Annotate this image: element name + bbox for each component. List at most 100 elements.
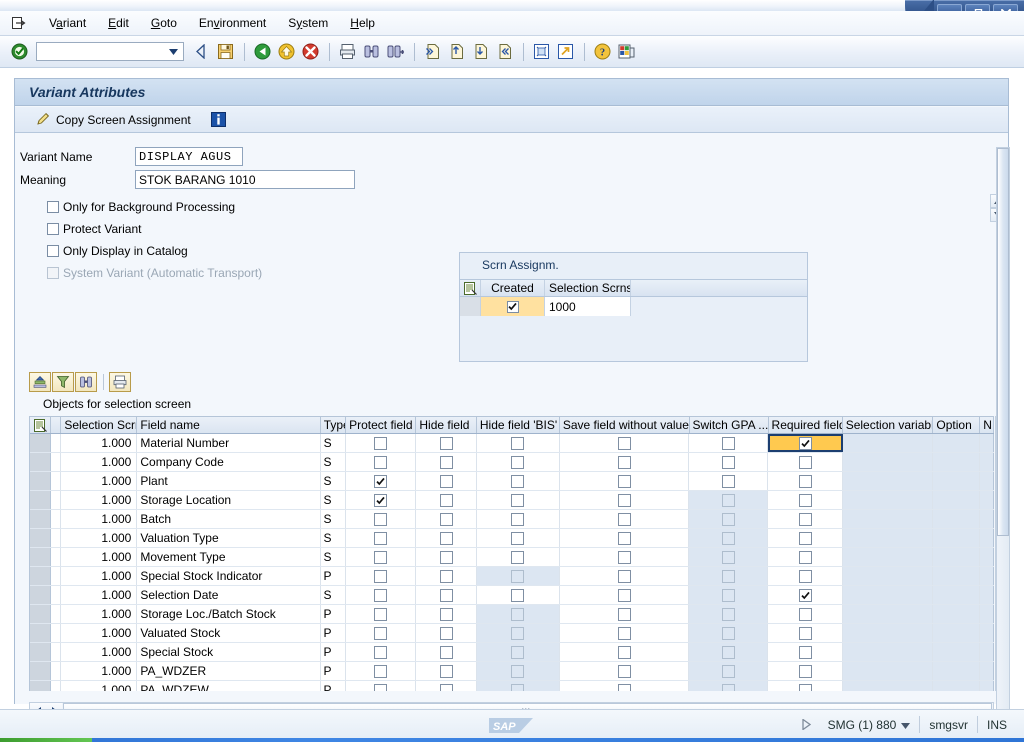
cell-n[interactable]	[980, 681, 994, 691]
table-row[interactable]: 1000	[460, 297, 807, 316]
cancel-yellow-icon[interactable]	[275, 41, 297, 63]
grid-header-type[interactable]: Type	[321, 417, 347, 433]
row-selector[interactable]	[30, 681, 52, 691]
cell-field-name[interactable]: Valuation Type	[137, 529, 321, 547]
table-row[interactable]: 1.000 PA_WDZER P	[30, 662, 994, 681]
hide-field-checkbox[interactable]	[439, 531, 453, 545]
table-row[interactable]: 1.000 Company Code S	[30, 453, 994, 472]
cell-type[interactable]: S	[320, 472, 347, 490]
meaning-input[interactable]	[135, 170, 355, 189]
cell-selection-scrns[interactable]: 1.000	[61, 510, 138, 528]
required-field-checkbox[interactable]	[798, 455, 812, 469]
table-row[interactable]: 1.000 Valuated Stock P	[30, 624, 994, 643]
save-field-without-values-checkbox[interactable]	[617, 512, 631, 526]
cell-required-field[interactable]	[768, 605, 843, 623]
cell-protect-field[interactable]	[346, 510, 417, 528]
first-page-icon[interactable]	[421, 41, 443, 63]
hide-field-bis-checkbox[interactable]	[511, 550, 525, 564]
save-field-without-values-checkbox[interactable]	[617, 436, 631, 450]
hide-field-checkbox[interactable]	[439, 588, 453, 602]
cell-protect-field[interactable]	[346, 624, 417, 642]
cell-field-name[interactable]: Storage Loc./Batch Stock	[137, 605, 321, 623]
cell-type[interactable]: S	[320, 434, 347, 452]
cell-field-name[interactable]: Storage Location	[137, 491, 321, 509]
cell-option[interactable]	[933, 624, 981, 642]
menu-system[interactable]: System	[277, 14, 339, 32]
status-insert-mode[interactable]: INS	[976, 716, 1016, 733]
row-selector[interactable]	[30, 548, 52, 566]
cell-hide-field-bis[interactable]	[476, 434, 560, 452]
save-field-without-values-checkbox[interactable]	[617, 569, 631, 583]
row-selector[interactable]	[30, 472, 52, 490]
cell-field-name[interactable]: Movement Type	[137, 548, 321, 566]
cell-type[interactable]: S	[320, 491, 347, 509]
cell-selection-scrns[interactable]: 1.000	[61, 453, 138, 471]
cell-save-field-without-values[interactable]	[559, 567, 690, 585]
grid-header-protect-field[interactable]: Protect field	[346, 417, 417, 433]
required-field-checkbox[interactable]	[798, 588, 812, 602]
save-field-without-values-checkbox[interactable]	[617, 455, 631, 469]
protect-variant-checkbox[interactable]	[47, 223, 59, 235]
cell-n[interactable]	[980, 453, 994, 471]
cell-hide-field-bis[interactable]	[476, 491, 560, 509]
scrn-created-cell[interactable]	[481, 297, 545, 316]
cell-save-field-without-values[interactable]	[559, 434, 690, 452]
command-dropdown-icon[interactable]	[165, 43, 181, 60]
cell-required-field[interactable]	[768, 510, 843, 528]
cell-option[interactable]	[933, 510, 981, 528]
cell-selection-scrns[interactable]: 1.000	[61, 434, 138, 452]
cell-selection-scrns[interactable]: 1.000	[61, 662, 138, 680]
table-row[interactable]: 1.000 PA_WDZEW P	[30, 681, 994, 691]
switch-gpa-checkbox[interactable]	[721, 474, 735, 488]
cell-save-field-without-values[interactable]	[559, 605, 690, 623]
cell-switch-gpa[interactable]	[689, 453, 769, 471]
required-field-checkbox[interactable]	[799, 436, 813, 450]
cell-option[interactable]	[933, 491, 981, 509]
row-selector[interactable]	[460, 297, 481, 316]
cell-field-name[interactable]: Special Stock	[137, 643, 321, 661]
last-page-icon[interactable]	[493, 41, 515, 63]
cell-selection-scrns[interactable]: 1.000	[61, 472, 138, 490]
cell-selection-variable[interactable]	[842, 434, 934, 452]
save-field-without-values-checkbox[interactable]	[617, 531, 631, 545]
cell-option[interactable]	[933, 662, 981, 680]
required-field-checkbox[interactable]	[798, 626, 812, 640]
required-field-checkbox[interactable]	[798, 512, 812, 526]
menu-variant[interactable]: Variant	[38, 14, 97, 32]
cell-option[interactable]	[933, 605, 981, 623]
protect-field-checkbox[interactable]	[374, 569, 388, 583]
filter-icon[interactable]	[52, 371, 74, 392]
table-row[interactable]: 1.000 Plant S	[30, 472, 994, 491]
new-session-icon[interactable]	[530, 41, 552, 63]
cell-protect-field[interactable]	[346, 453, 417, 471]
status-system[interactable]: SMG (1) 880	[819, 716, 920, 733]
cell-save-field-without-values[interactable]	[559, 662, 690, 680]
cell-type[interactable]: P	[320, 605, 347, 623]
cell-n[interactable]	[980, 624, 994, 642]
cell-type[interactable]: P	[320, 643, 347, 661]
save-icon[interactable]	[214, 41, 236, 63]
stop-red-icon[interactable]	[299, 41, 321, 63]
hide-field-checkbox[interactable]	[439, 664, 453, 678]
cell-hide-field[interactable]	[416, 491, 477, 509]
cell-n[interactable]	[980, 529, 994, 547]
cell-protect-field[interactable]	[346, 681, 417, 691]
cell-selection-variable[interactable]	[842, 624, 934, 642]
cell-n[interactable]	[980, 605, 994, 623]
hide-field-bis-checkbox[interactable]	[511, 455, 525, 469]
row-selector[interactable]	[30, 529, 52, 547]
cell-option[interactable]	[933, 472, 981, 490]
cell-selection-scrns[interactable]: 1.000	[61, 643, 138, 661]
cell-hide-field[interactable]	[416, 605, 477, 623]
find-icon[interactable]	[360, 41, 382, 63]
create-shortcut-icon[interactable]	[554, 41, 576, 63]
cell-hide-field[interactable]	[416, 472, 477, 490]
scrn-created-checkbox[interactable]	[506, 300, 519, 313]
cell-protect-field[interactable]	[346, 567, 417, 585]
cell-hide-field[interactable]	[416, 643, 477, 661]
cell-hide-field-bis[interactable]	[476, 586, 560, 604]
cell-type[interactable]: P	[320, 624, 347, 642]
cell-protect-field[interactable]	[346, 529, 417, 547]
cell-hide-field[interactable]	[416, 662, 477, 680]
row-selector[interactable]	[30, 643, 52, 661]
